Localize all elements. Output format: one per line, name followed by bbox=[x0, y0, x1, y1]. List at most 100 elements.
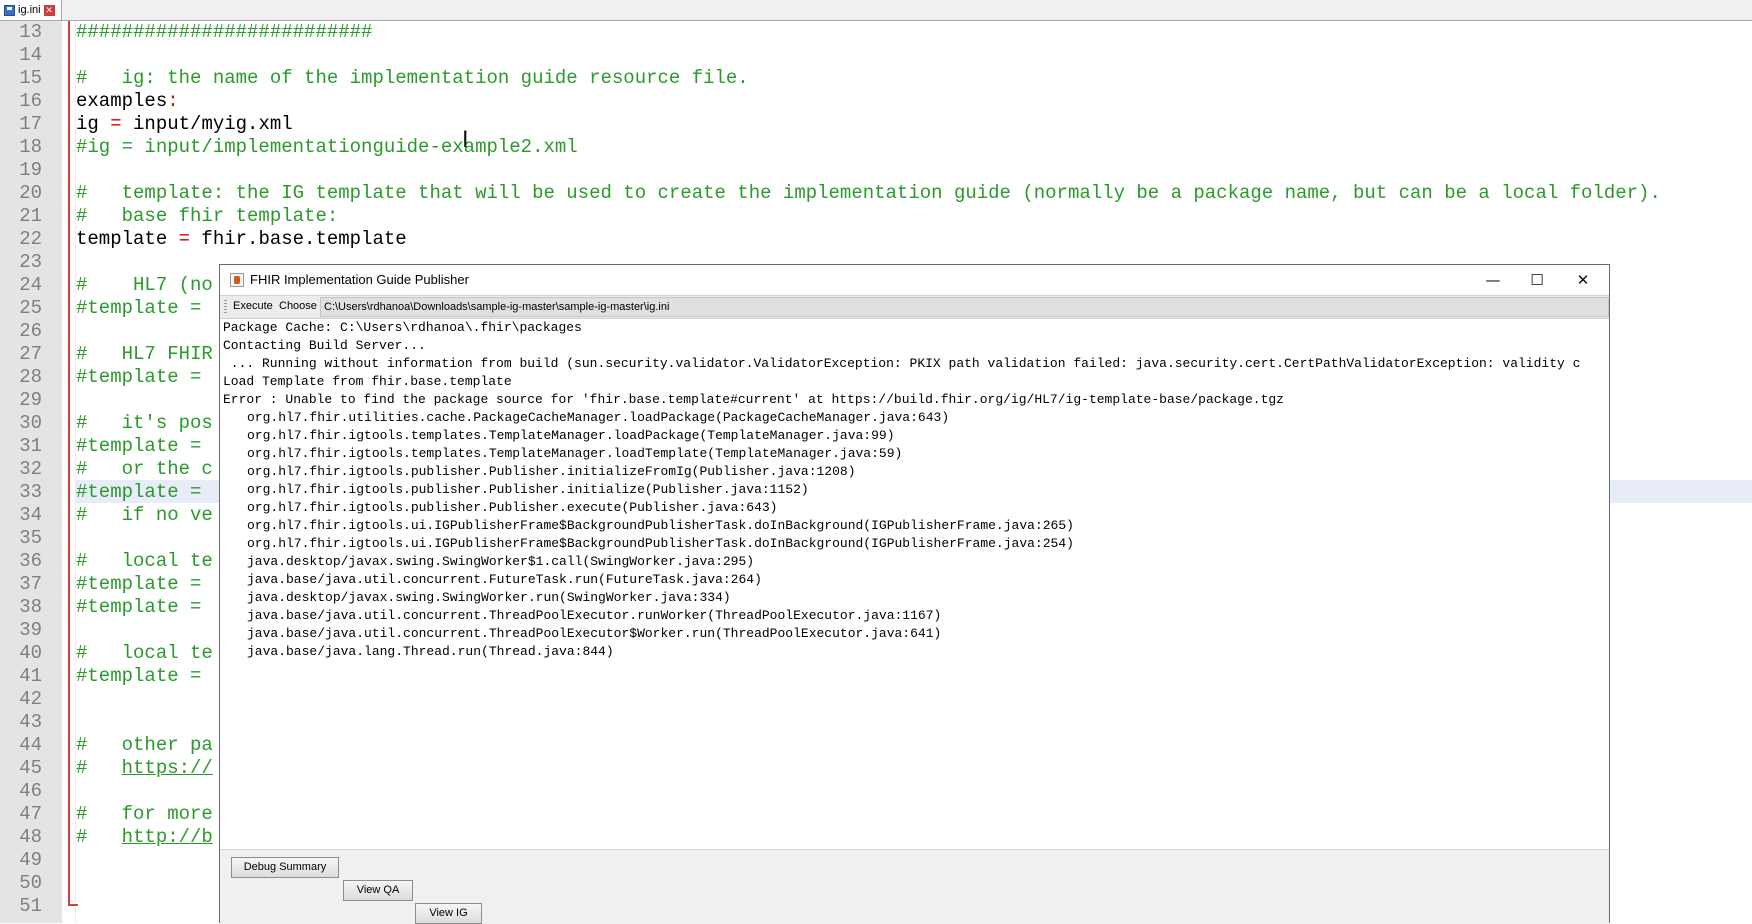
line-number: 28 bbox=[19, 366, 42, 388]
console-line: Package Cache: C:\Users\rdhanoa\.fhir\pa… bbox=[223, 320, 582, 335]
publisher-toolbar: Execute Choose C:\Users\rdhanoa\Download… bbox=[220, 295, 1609, 319]
line-number: 21 bbox=[19, 205, 42, 227]
code-token: # bbox=[76, 757, 122, 779]
line-code: # it's pos bbox=[76, 412, 213, 435]
view-qa-button[interactable]: View QA bbox=[343, 880, 413, 901]
stack-trace-line: org.hl7.fhir.igtools.ui.IGPublisherFrame… bbox=[247, 536, 1074, 551]
stack-trace-line: org.hl7.fhir.igtools.publisher.Publisher… bbox=[247, 482, 809, 497]
code-line[interactable]: 21 # base fhir template: bbox=[0, 205, 1752, 228]
line-code: # or the c bbox=[76, 458, 213, 481]
ig-path-field[interactable]: C:\Users\rdhanoa\Downloads\sample-ig-mas… bbox=[320, 297, 1609, 317]
tab-ig-ini[interactable]: ig.ini ✕ bbox=[0, 0, 62, 20]
line-number: 14 bbox=[19, 44, 42, 66]
line-number: 24 bbox=[19, 274, 42, 296]
code-line[interactable]: 19 bbox=[0, 159, 1752, 182]
line-number: 45 bbox=[19, 757, 42, 779]
code-line[interactable]: 18 #ig = input/implementationguide-exampl… bbox=[0, 136, 1752, 159]
line-code: # ig: the name of the implementation gui… bbox=[76, 67, 749, 90]
choose-button[interactable]: Choose bbox=[279, 300, 317, 312]
line-number: 18 bbox=[19, 136, 42, 158]
line-number: 23 bbox=[19, 251, 42, 273]
stack-trace-line: java.base/java.lang.Thread.run(Thread.ja… bbox=[247, 644, 614, 659]
code-line[interactable]: 14 bbox=[0, 44, 1752, 67]
stack-trace-line: java.base/java.util.concurrent.ThreadPoo… bbox=[247, 608, 942, 623]
line-number: 31 bbox=[19, 435, 42, 457]
line-number: 26 bbox=[19, 320, 42, 342]
line-number: 22 bbox=[19, 228, 42, 250]
line-number: 39 bbox=[19, 619, 42, 641]
close-button[interactable]: ✕ bbox=[1561, 265, 1605, 295]
close-tab-icon[interactable]: ✕ bbox=[43, 4, 55, 16]
console-line: ... Running without information from bui… bbox=[223, 356, 1581, 371]
toolbar-grip-handle[interactable] bbox=[224, 300, 227, 314]
line-code: # http://b bbox=[76, 826, 213, 849]
code-link[interactable]: http://b bbox=[122, 826, 213, 848]
minimize-button[interactable]: — bbox=[1471, 265, 1515, 295]
line-number: 17 bbox=[19, 113, 42, 135]
line-number: 44 bbox=[19, 734, 42, 756]
code-token: #template = bbox=[76, 481, 202, 503]
console-line: Load Template from fhir.base.template bbox=[223, 374, 512, 389]
stack-trace-line: java.desktop/javax.swing.SwingWorker$1.c… bbox=[247, 554, 755, 569]
view-ig-button[interactable]: View IG bbox=[415, 903, 482, 924]
code-token: # HL7 (no bbox=[76, 274, 213, 296]
line-code: # HL7 (no bbox=[76, 274, 213, 297]
code-line[interactable]: 22 template = fhir.base.template bbox=[0, 228, 1752, 251]
line-code: #template = bbox=[76, 573, 201, 596]
line-code: #template = bbox=[76, 665, 201, 688]
line-number: 47 bbox=[19, 803, 42, 825]
code-token: #template = bbox=[76, 435, 202, 457]
line-code: # base fhir template: bbox=[76, 205, 338, 228]
code-link[interactable]: https:// bbox=[122, 757, 213, 779]
line-code: # template: the IG template that will be… bbox=[76, 182, 1661, 205]
window-title-bar[interactable]: FHIR Implementation Guide Publisher — ☐ … bbox=[220, 265, 1609, 295]
code-token: # local te bbox=[76, 642, 213, 664]
code-line[interactable]: 17 ig = input/myig.xml bbox=[0, 113, 1752, 136]
line-code: #template = bbox=[76, 366, 201, 389]
line-code: ig = input/myig.xml bbox=[76, 113, 293, 136]
code-line[interactable]: 13 ########################## bbox=[0, 21, 1752, 44]
window-title: FHIR Implementation Guide Publisher bbox=[250, 272, 469, 287]
line-code: #template = bbox=[76, 297, 201, 320]
code-token: : bbox=[167, 90, 179, 112]
java-app-icon bbox=[230, 273, 244, 287]
line-number: 42 bbox=[19, 688, 42, 710]
console-line: Error : Unable to find the package sourc… bbox=[223, 392, 1284, 407]
code-token: # bbox=[76, 826, 122, 848]
line-code: ########################## bbox=[76, 21, 372, 44]
code-token: # ig: the name of the implementation gui… bbox=[76, 67, 749, 89]
text-cursor-icon: I bbox=[462, 128, 469, 153]
code-token: = bbox=[178, 228, 191, 250]
line-number: 15 bbox=[19, 67, 42, 89]
line-number: 51 bbox=[19, 895, 42, 917]
code-line[interactable]: 20 # template: the IG template that will … bbox=[0, 182, 1752, 205]
line-number: 29 bbox=[19, 389, 42, 411]
code-token: #template = bbox=[76, 573, 202, 595]
code-line[interactable]: 16 examples: bbox=[0, 90, 1752, 113]
button-panel: Debug Summary View QA View IG bbox=[220, 849, 1609, 924]
line-number: 25 bbox=[19, 297, 42, 319]
execute-button[interactable]: Execute bbox=[233, 300, 273, 312]
stack-trace-line: java.base/java.util.concurrent.FutureTas… bbox=[247, 572, 762, 587]
line-code: # other pa bbox=[76, 734, 213, 757]
line-number: 50 bbox=[19, 872, 42, 894]
line-number: 49 bbox=[19, 849, 42, 871]
code-token: # for more bbox=[76, 803, 213, 825]
code-token: # local te bbox=[76, 550, 213, 572]
debug-summary-button[interactable]: Debug Summary bbox=[231, 857, 339, 878]
code-token: template bbox=[76, 228, 179, 250]
stack-trace-line: org.hl7.fhir.igtools.templates.TemplateM… bbox=[247, 446, 903, 461]
code-token: #template = bbox=[76, 596, 202, 618]
console-output[interactable]: Package Cache: C:\Users\rdhanoa\.fhir\pa… bbox=[220, 319, 1609, 849]
code-line[interactable]: 15 # ig: the name of the implementation g… bbox=[0, 67, 1752, 90]
code-token: # or the c bbox=[76, 458, 213, 480]
code-token: # HL7 FHIR bbox=[76, 343, 213, 365]
line-code: #ig = input/implementationguide-example2… bbox=[76, 136, 578, 159]
stack-trace-line: org.hl7.fhir.igtools.publisher.Publisher… bbox=[247, 500, 778, 515]
code-token: ig bbox=[76, 113, 111, 135]
line-number: 48 bbox=[19, 826, 42, 848]
line-number: 19 bbox=[19, 159, 42, 181]
line-number: 35 bbox=[19, 527, 42, 549]
maximize-button[interactable]: ☐ bbox=[1515, 265, 1559, 295]
line-number: 41 bbox=[19, 665, 42, 687]
